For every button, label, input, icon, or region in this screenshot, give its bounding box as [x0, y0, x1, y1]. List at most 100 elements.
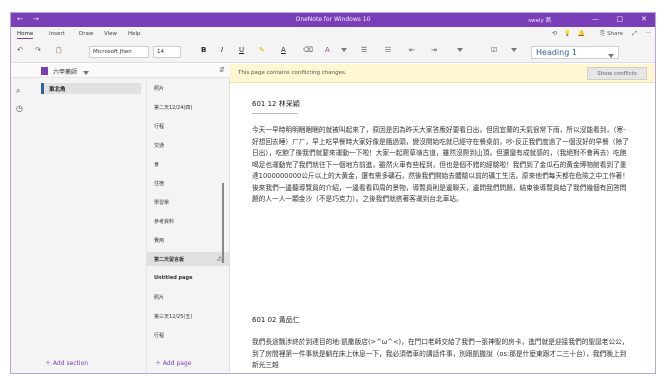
- tab-insert[interactable]: Insert: [49, 31, 65, 37]
- highlighter-icon[interactable]: ✎: [259, 46, 265, 54]
- bell-icon[interactable]: 🔔: [578, 30, 585, 37]
- section-color-bar: [41, 83, 44, 94]
- page-list-scrollbar[interactable]: [222, 183, 224, 263]
- sync-icon[interactable]: ⟲: [552, 30, 557, 37]
- share-icon[interactable]: ⎘: [600, 30, 605, 38]
- page-item[interactable]: 照片: [147, 81, 230, 95]
- clear-formatting-icon[interactable]: A: [325, 46, 330, 54]
- page-label: 交通: [154, 143, 165, 149]
- recent-icon[interactable]: ◷: [16, 104, 23, 113]
- clipboard-icon[interactable]: 📋: [55, 47, 62, 54]
- section-item[interactable]: 東北角: [41, 83, 141, 94]
- page-canvas[interactable]: 601 12 林采穎 今天一早時明明睏睏睏的就被叫起來了，原因是因為昨天大家答應…: [230, 83, 655, 373]
- menu-bar: Home Insert Draw View Help ⟲ 💡 🔔 ⎘ Share…: [11, 27, 655, 41]
- font-color-icon[interactable]: A: [281, 46, 286, 54]
- add-page-button[interactable]: ＋ Add page: [155, 358, 191, 367]
- outdent-icon[interactable]: ⇤: [409, 46, 415, 54]
- alignment-dropdown-icon[interactable]: [457, 46, 463, 54]
- style-value: Heading 1: [536, 48, 577, 57]
- page-item[interactable]: Untitled page: [147, 271, 230, 285]
- page-item[interactable]: 行程: [147, 328, 230, 342]
- add-section-label: Add section: [52, 360, 89, 367]
- checkbox-tag-icon[interactable]: ☑: [491, 46, 497, 54]
- notebook-name: 六甲藥師: [53, 69, 78, 76]
- page-label: 照片: [154, 295, 165, 301]
- undo-icon[interactable]: ↶: [17, 46, 23, 54]
- tab-draw[interactable]: Draw: [79, 31, 93, 37]
- window-title: OneNote for Windows 10: [295, 16, 371, 23]
- page-item[interactable]: 費用: [147, 233, 230, 247]
- eraser-icon[interactable]: ⌫: [303, 46, 313, 54]
- notebook-icon: [41, 67, 48, 75]
- chevron-down-icon: [83, 69, 89, 76]
- close-icon[interactable]: ✕: [641, 15, 647, 23]
- page-label: 第二天留言板: [154, 257, 185, 263]
- note-heading-1[interactable]: 601 12 林采穎: [252, 99, 300, 109]
- page-item[interactable]: 第二天12/24(四): [147, 100, 230, 114]
- note-paragraph-1[interactable]: 今天一早時明明睏睏睏的就被叫起來了，原因是因為昨天大家答應好要看日出，但因宜蘭的…: [252, 125, 632, 206]
- plus-icon: ＋: [45, 360, 53, 367]
- left-nav-rail: ▥ ⌕ ◷: [11, 64, 31, 373]
- page-item[interactable]: 照片: [147, 290, 230, 304]
- page-label: 參考資料: [154, 219, 175, 225]
- expand-icon[interactable]: ⤢: [632, 30, 637, 38]
- tab-help[interactable]: Help: [128, 31, 141, 37]
- onenote-window: ← → OneNote for Windows 10 swely 茜 — □ ✕…: [10, 12, 656, 374]
- tab-view[interactable]: View: [104, 31, 117, 37]
- page-label: 第二天12/24(四): [154, 105, 193, 111]
- page-label: 食: [154, 162, 160, 168]
- maximize-icon[interactable]: □: [616, 15, 623, 23]
- numbering-icon[interactable]: ☷: [385, 46, 391, 54]
- add-page-label: Add page: [162, 360, 192, 367]
- search-icon[interactable]: ⌕: [16, 86, 20, 96]
- page-item[interactable]: 食: [147, 157, 230, 171]
- title-bar: ← → OneNote for Windows 10 swely 茜 — □ ✕: [11, 13, 655, 27]
- page-label: 住宿: [154, 181, 165, 187]
- plus-icon: ＋: [155, 360, 163, 367]
- page-list: 照片 第二天12/24(四) 行程 交通 食 住宿 學習單 參考資料 費用 第二…: [147, 78, 230, 373]
- page-item-selected[interactable]: 第二天留言板 ⚠: [147, 252, 230, 266]
- page-item[interactable]: 第三天12/25(五): [147, 309, 230, 323]
- page-label: 行程: [154, 333, 165, 339]
- note-paragraph-2[interactable]: 我們長途飄涉終於到達目的地:凱撒飯店(>^ω^<)，在門口老師交給了我們一張神聖…: [252, 337, 632, 372]
- ribbon-toolbar: ↶ ↷ 📋 Microsoft Jhen 14 B I U ✎ A ⌫ A ☰ …: [11, 41, 655, 63]
- italic-button[interactable]: I: [221, 46, 223, 54]
- page-label: 學習單: [154, 200, 170, 206]
- add-section-button[interactable]: ＋ Add section: [45, 358, 88, 367]
- font-size-box[interactable]: 14: [153, 46, 181, 58]
- underline-button[interactable]: U: [239, 46, 244, 54]
- page-label: 費用: [154, 238, 165, 244]
- format-dropdown-icon[interactable]: [341, 46, 347, 54]
- section-label: 東北角: [49, 87, 66, 93]
- conflict-message: This page contains conflicting changes.: [238, 70, 347, 76]
- page-item[interactable]: 參考資料: [147, 214, 230, 228]
- minimize-icon[interactable]: —: [592, 15, 599, 23]
- page-item[interactable]: 學習單: [147, 195, 230, 209]
- page-item[interactable]: 住宿: [147, 176, 230, 190]
- bullets-icon[interactable]: ☰: [361, 46, 367, 54]
- tab-home[interactable]: Home: [17, 31, 34, 39]
- page-label: 照片: [154, 86, 165, 92]
- note-heading-2[interactable]: 601 02 黃品仁: [252, 315, 300, 325]
- chevron-down-icon: [608, 51, 614, 60]
- sort-pages-icon[interactable]: ⇵: [219, 66, 225, 74]
- lightbulb-icon[interactable]: 💡: [564, 30, 571, 37]
- more-options-icon[interactable]: ···: [645, 30, 651, 37]
- font-name-box[interactable]: Microsoft Jhen: [89, 46, 149, 58]
- user-account[interactable]: swely 茜: [528, 16, 551, 24]
- page-item[interactable]: 交通: [147, 138, 230, 152]
- page-label: 行程: [154, 124, 165, 130]
- conflict-banner: This page contains conflicting changes. …: [230, 64, 655, 83]
- show-conflicts-button[interactable]: Show conflicts: [587, 67, 647, 80]
- redo-icon[interactable]: ↷: [35, 46, 41, 54]
- page-label: 第三天12/25(五): [154, 314, 193, 320]
- bold-button[interactable]: B: [201, 46, 206, 54]
- heading-underline: [252, 113, 298, 114]
- style-dropdown[interactable]: Heading 1: [531, 46, 619, 59]
- page-item[interactable]: 行程: [147, 119, 230, 133]
- indent-icon[interactable]: ⇥: [431, 46, 437, 54]
- share-button[interactable]: Share: [607, 31, 623, 37]
- tag-dropdown-icon[interactable]: [511, 46, 517, 54]
- notebook-selector[interactable]: 六甲藥師 ⇵: [11, 64, 230, 78]
- section-list: 東北角 ＋ Add section: [31, 78, 147, 373]
